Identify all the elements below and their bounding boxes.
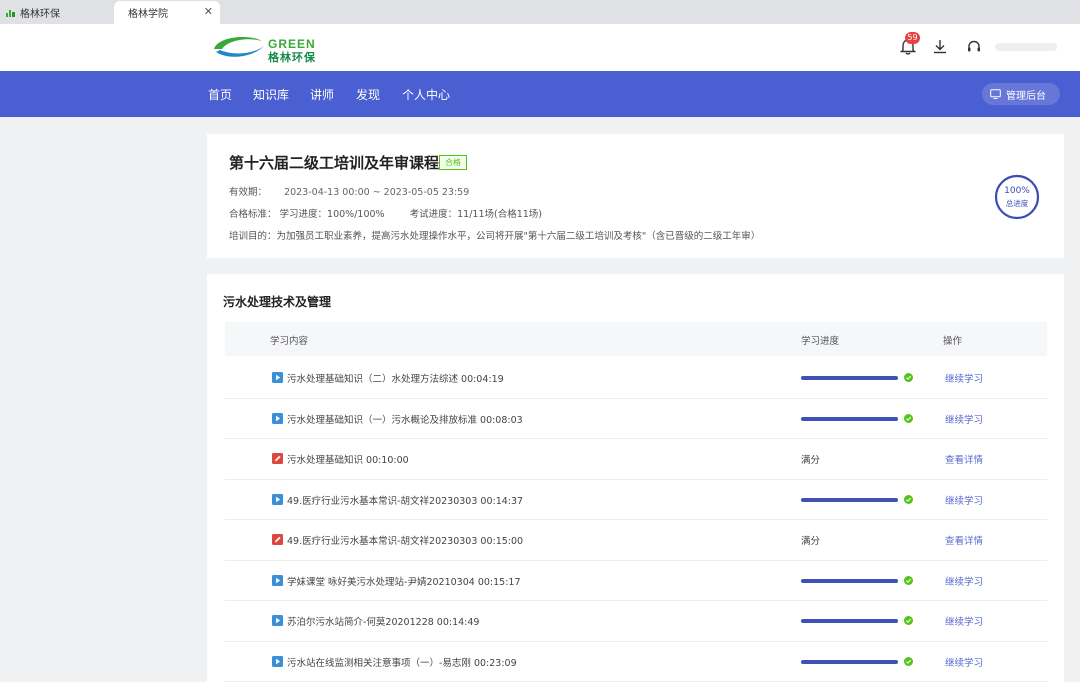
table-row: 49.医疗行业污水基本常识-胡文祥20230303 00:14:37 继续学习 [225,480,1047,520]
table-row: 污水处理基础知识（一）污水概论及排放标准 00:08:03 继续学习 [225,399,1047,439]
table-row: 污水处理基础知识（二）水处理方法综述 00:04:19 继续学习 [225,358,1047,399]
total-progress-label: 总进度 [1005,199,1029,208]
row-title[interactable]: 苏泊尔污水站简介-何莫20201228 00:14:49 [287,614,479,628]
continue-study-link[interactable]: 继续学习 [945,371,983,385]
progress-bar-fill [801,416,898,421]
browser-tab-academy[interactable]: 格林学院 ✕ [114,1,220,24]
training-purpose: 培训目的：为加强员工职业素养，提高污水处理操作水平，公司将开展"第十六届二级工培… [229,231,761,242]
video-play-icon [272,372,283,383]
check-circle-icon [904,373,913,382]
row-title[interactable]: 学妹课堂 咏好美污水处理站-尹婧20210304 00:15:17 [287,574,521,588]
progress-bar-fill [801,619,898,623]
table-row: 学妹课堂 咏好美污水处理站-尹婧20210304 00:15:17 继续学习 [225,561,1047,601]
score-status: 满分 [801,455,821,466]
check-circle-icon [904,494,913,504]
logo-text-cn: 格林环保 [268,51,316,64]
nav-item-home[interactable]: 首页 [208,86,232,103]
column-header-progress: 学习进度 [801,336,840,347]
progress-bar [801,659,898,664]
nav-item-lecturers[interactable]: 讲师 [310,86,334,103]
tab-favicon-icon [6,10,15,17]
continue-study-link[interactable]: 继续学习 [945,412,983,426]
study-progress: 学习进度：100%/100% [279,209,385,220]
row-title[interactable]: 污水站在线监测相关注意事项（一）-易志刚 00:23:09 [287,655,517,669]
check-circle-icon [904,656,913,666]
validity-label: 有效期： [229,187,268,198]
progress-bar-fill [801,578,898,583]
progress-ring-graphic [994,174,1040,220]
exam-pencil-icon [272,453,283,464]
course-summary-card: 第十六届二级工培训及年审课程 合格 有效期： 2023-04-13 00:00 … [207,134,1064,258]
total-progress-ring: 100% 总进度 [992,174,1042,220]
site-header: GREEN 格林环保 59 [0,24,1080,71]
view-details-link[interactable]: 查看详情 [945,452,983,466]
table-header: 学习内容 学习进度 操作 [225,322,1047,356]
table-row: 污水站在线监测相关注意事项（一）-易志刚 00:23:09 继续学习 [225,642,1047,682]
download-icon[interactable] [930,37,950,57]
logo-swoosh-icon [214,37,264,57]
nav-item-discover[interactable]: 发现 [356,86,380,103]
nav-item-profile[interactable]: 个人中心 [402,86,450,103]
table-row: 苏泊尔污水站简介-何莫20201228 00:14:49 继续学习 [225,601,1047,642]
main-nav: 首页 知识库 讲师 发现 个人中心 管理后台 [0,71,1080,117]
exam-progress: 考试进度：11/11场(合格11场) [409,209,542,220]
continue-study-link[interactable]: 继续学习 [945,493,983,507]
progress-bar [801,497,898,502]
row-title[interactable]: 污水处理基础知识 00:10:00 [287,452,409,466]
validity-line: 有效期： 2023-04-13 00:00 ~ 2023-05-05 23:59 [229,184,469,198]
browser-tab-label: 格林环保 [20,9,60,20]
table-row: 49.医疗行业污水基本常识-胡文祥20230303 00:15:00 满分 查看详情 [225,520,1047,561]
validity-value: 2023-04-13 00:00 ~ 2023-05-05 23:59 [284,187,470,198]
video-play-icon [272,493,283,505]
score-status: 满分 [801,536,821,547]
exam-pencil-icon [272,534,283,545]
table-row: 污水处理基础知识 00:10:00 满分 查看详情 [225,439,1047,480]
progress-bar-fill [801,376,898,380]
video-play-icon [272,655,283,667]
row-title[interactable]: 49.医疗行业污水基本常识-胡文祥20230303 00:14:37 [287,493,523,507]
video-play-icon [272,615,283,626]
video-play-icon [272,412,283,424]
total-progress-percent: 100% [1004,186,1030,196]
row-title[interactable]: 污水处理基础知识（二）水处理方法综述 00:04:19 [287,371,504,385]
green-logo[interactable]: GREEN 格林环保 [210,32,330,64]
browser-tab-green[interactable]: 格林环保 [0,1,114,24]
course-title: 第十六届二级工培训及年审课程 [229,154,440,172]
study-list-card: 污水处理技术及管理 学习内容 学习进度 操作 污水处理基础知识（二）水处理方法综… [207,274,1064,682]
video-play-icon [272,574,283,586]
continue-study-link[interactable]: 继续学习 [945,574,983,588]
continue-study-link[interactable]: 继续学习 [945,614,983,628]
close-icon[interactable]: ✕ [204,5,213,18]
column-header-action: 操作 [943,336,963,347]
criteria-label: 合格标准： [229,209,277,220]
progress-bar [801,376,898,380]
section-title: 污水处理技术及管理 [223,295,332,309]
progress-bar-fill [801,497,898,502]
notification-badge: 59 [905,32,920,44]
check-circle-icon [904,616,913,625]
check-circle-icon [904,413,913,423]
admin-button[interactable]: 管理后台 [982,83,1060,105]
admin-button-label: 管理后台 [1006,90,1046,102]
continue-study-link[interactable]: 继续学习 [945,655,983,669]
progress-bar [801,578,898,583]
progress-bar [801,619,898,623]
progress-bar-fill [801,659,898,664]
monitor-icon [990,89,1001,99]
headset-icon[interactable] [964,37,984,57]
browser-tab-strip: 格林环保 格林学院 ✕ [0,0,1080,24]
progress-bar [801,416,898,421]
status-badge: 合格 [439,155,467,170]
browser-tab-label: 格林学院 [128,9,168,20]
criteria-line: 合格标准： 学习进度：100%/100% 考试进度：11/11场(合格11场) [229,206,542,220]
view-details-link[interactable]: 查看详情 [945,533,983,547]
check-circle-icon [904,575,913,585]
nav-item-knowledge[interactable]: 知识库 [253,86,289,103]
column-header-content: 学习内容 [270,336,309,347]
row-title[interactable]: 污水处理基础知识（一）污水概论及排放标准 00:08:03 [287,412,523,426]
user-name-placeholder[interactable] [995,43,1057,51]
row-title[interactable]: 49.医疗行业污水基本常识-胡文祥20230303 00:15:00 [287,533,523,547]
